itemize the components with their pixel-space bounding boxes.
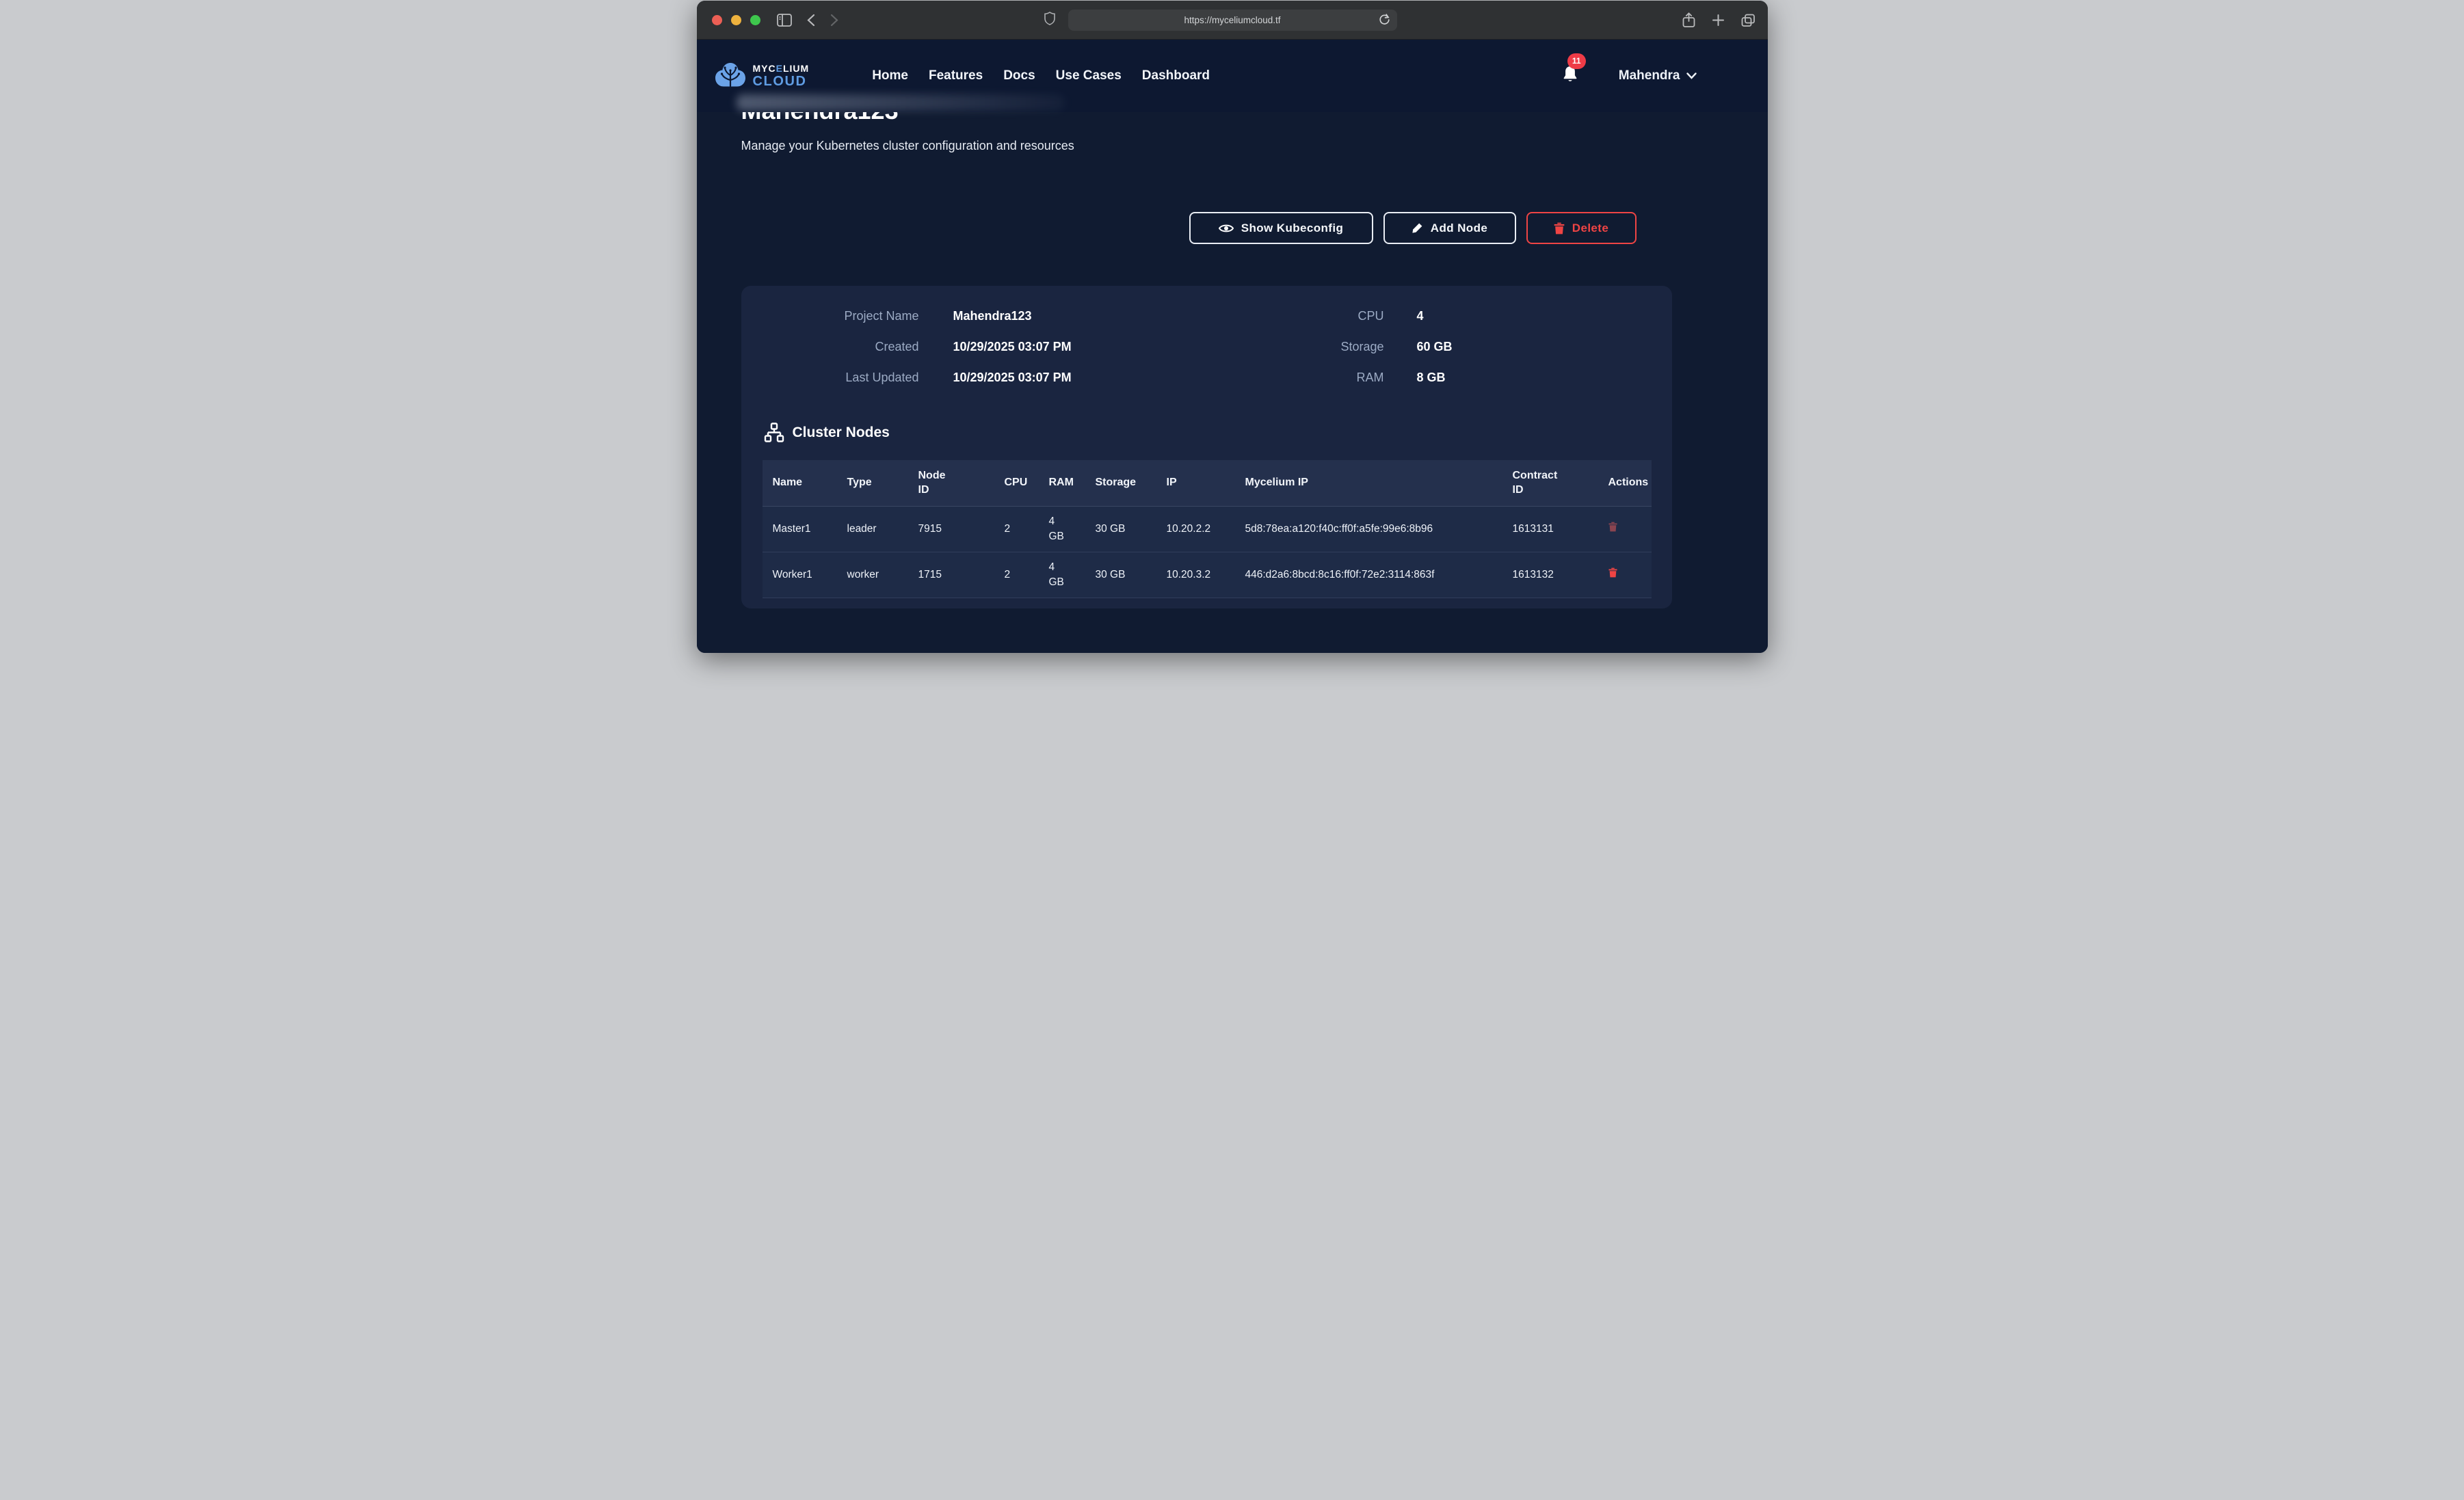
trash-icon [1608,567,1617,578]
cluster-actions: Show Kubeconfig Add Node Delete [1189,212,1637,244]
eye-icon [1219,223,1234,234]
nav-item-home[interactable]: Home [872,68,908,83]
cluster-details-panel: Project Name Mahendra123 Created 10/29/2… [741,286,1672,608]
cell-storage: 30 GB [1085,506,1156,552]
privacy-shield-icon [1044,12,1055,29]
col-type: Type [837,460,908,506]
trash-icon [1608,522,1617,532]
tab-overview-icon[interactable] [1741,14,1756,27]
storage-value: 60 GB [1417,340,1453,354]
nav-item-docs[interactable]: Docs [1003,68,1035,83]
nav-item-dashboard[interactable]: Dashboard [1142,68,1210,83]
col-contract-id: Contract ID [1502,460,1598,506]
add-node-button[interactable]: Add Node [1383,212,1516,244]
traffic-lights [712,15,760,25]
cluster-nodes-heading: Cluster Nodes [764,423,890,443]
new-tab-icon[interactable] [1712,14,1725,27]
notifications-button[interactable]: 11 [1561,65,1579,88]
zoom-window-button[interactable] [750,15,760,25]
cell-cpu: 2 [994,506,1039,552]
cell-node-id: 1715 [908,552,994,598]
chevron-down-icon [1686,72,1697,79]
col-mycelium-ip: Mycelium IP [1235,460,1502,506]
cell-ram: 4 GB [1039,552,1085,598]
scrolled-title-blur [737,94,1065,111]
brand-stylized-e: E [776,63,783,74]
cell-mycelium-ip: 446:d2a6:8bcd:8c16:ff0f:72e2:3114:863f [1235,552,1502,598]
cell-contract-id: 1613131 [1502,506,1598,552]
cell-type: leader [837,506,908,552]
table-header-row: Name Type Node ID CPU RAM Storage IP Myc… [763,460,1652,506]
col-ram: RAM [1039,460,1085,506]
table-row: Worker1 worker 1715 2 4 GB 30 GB 10.20.3… [763,552,1652,598]
cell-cpu: 2 [994,552,1039,598]
delete-node-button[interactable] [1608,522,1617,532]
col-name: Name [763,460,837,506]
cell-contract-id: 1613132 [1502,552,1598,598]
nav-item-features[interactable]: Features [929,68,983,83]
table-row: Master1 leader 7915 2 4 GB 30 GB 10.20.2… [763,506,1652,552]
site-navbar: MYCELIUM CLOUD Home Features Docs Use Ca… [697,40,1768,112]
col-ip: IP [1156,460,1235,506]
delete-node-button[interactable] [1608,567,1617,578]
brand-wordmark: MYCELIUM CLOUD [753,64,810,88]
last-updated-value: 10/29/2025 03:07 PM [953,371,1072,385]
user-menu[interactable]: Mahendra [1619,68,1697,83]
cpu-value: 4 [1417,309,1424,323]
cell-name: Master1 [763,506,837,552]
cluster-nodes-table: Name Type Node ID CPU RAM Storage IP Myc… [763,460,1652,598]
url-text: https://myceliumcloud.tf [1184,15,1280,25]
created-label: Created [741,340,919,354]
trash-icon [1554,222,1565,235]
cell-node-id: 7915 [908,506,994,552]
cell-type: worker [837,552,908,598]
col-node-id: Node ID [908,460,994,506]
browser-window: https://myceliumcloud.tf Mahendra123 [697,1,1768,653]
cell-mycelium-ip: 5d8:78ea:a120:f40c:ff0f:a5fe:99e6:8b96 [1235,506,1502,552]
nav-item-use-cases[interactable]: Use Cases [1056,68,1122,83]
cell-actions [1598,552,1652,598]
cluster-nodes-title: Cluster Nodes [793,425,890,441]
col-storage: Storage [1085,460,1156,506]
project-name-label: Project Name [741,309,919,323]
sidebar-toggle-icon[interactable] [777,14,792,27]
delete-cluster-button[interactable]: Delete [1526,212,1637,244]
cell-ram: 4 GB [1039,506,1085,552]
show-kubeconfig-button[interactable]: Show Kubeconfig [1189,212,1373,244]
mycelium-cloud-logo-icon [715,62,746,90]
address-bar[interactable]: https://myceliumcloud.tf [1068,10,1397,31]
desktop: https://myceliumcloud.tf Mahendra123 [697,0,1768,654]
minimize-window-button[interactable] [731,15,741,25]
created-value: 10/29/2025 03:07 PM [953,340,1072,354]
project-name-value: Mahendra123 [953,309,1032,323]
col-cpu: CPU [994,460,1039,506]
cpu-label: CPU [1220,309,1384,323]
page-subtitle: Manage your Kubernetes cluster configura… [741,139,1074,153]
cell-storage: 30 GB [1085,552,1156,598]
details-left: Project Name Mahendra123 Created 10/29/2… [741,301,1072,393]
forward-icon[interactable] [830,14,838,27]
user-name: Mahendra [1619,68,1680,83]
notification-count-badge: 11 [1567,53,1586,69]
reload-icon[interactable] [1379,14,1390,26]
share-icon[interactable] [1682,12,1695,28]
cell-actions [1598,506,1652,552]
brand-logo[interactable]: MYCELIUM CLOUD [715,62,810,90]
storage-label: Storage [1220,340,1384,354]
details-right: CPU 4 Storage 60 GB RAM 8 GB [1220,301,1453,393]
cell-ip: 10.20.2.2 [1156,506,1235,552]
close-window-button[interactable] [712,15,722,25]
browser-chrome: https://myceliumcloud.tf [697,1,1768,40]
back-icon[interactable] [807,14,815,27]
ram-value: 8 GB [1417,371,1446,385]
cell-name: Worker1 [763,552,837,598]
col-actions: Actions [1598,460,1652,506]
network-nodes-icon [764,423,784,443]
ram-label: RAM [1220,371,1384,385]
last-updated-label: Last Updated [741,371,919,385]
main-nav: Home Features Docs Use Cases Dashboard [872,68,1210,83]
cell-ip: 10.20.3.2 [1156,552,1235,598]
pencil-icon [1412,222,1423,234]
site-content: Mahendra123 Manage your Kubernetes clust… [697,40,1768,653]
